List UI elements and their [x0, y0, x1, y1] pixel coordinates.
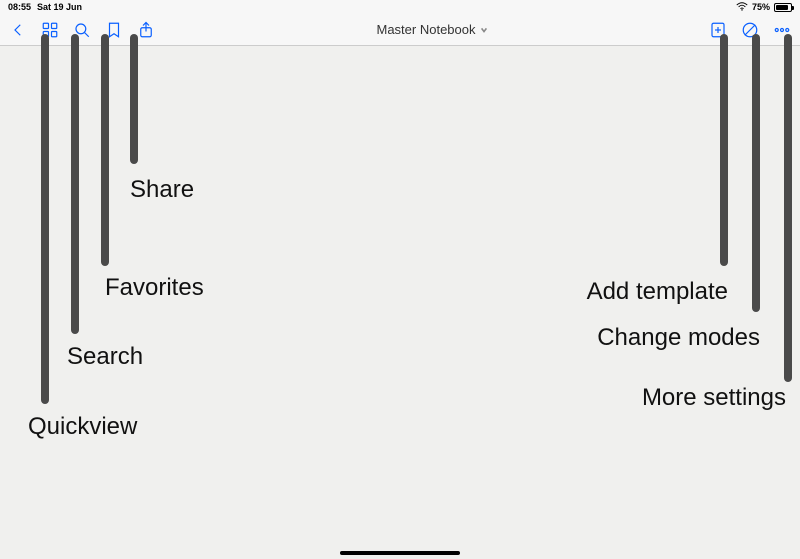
status-bar: 08:55 Sat 19 Jun 75% [0, 0, 800, 14]
home-indicator[interactable] [340, 551, 460, 555]
battery-percent: 75% [752, 2, 770, 12]
back-button[interactable] [8, 20, 28, 40]
callout-line-quickview [41, 34, 49, 404]
battery-icon [774, 3, 792, 12]
chevron-down-icon [480, 22, 488, 37]
callout-label-search: Search [67, 343, 143, 371]
callout-label-share: Share [130, 176, 194, 204]
notebook-title: Master Notebook [377, 22, 476, 37]
toolbar-title-group[interactable]: Master Notebook [156, 22, 708, 37]
status-date: Sat 19 Jun [37, 2, 82, 12]
callout-label-change-modes: Change modes [597, 324, 760, 352]
callout-label-quickview: Quickview [28, 413, 137, 441]
page-canvas[interactable]: Share Favorites Search Quickview Add tem… [0, 46, 800, 559]
status-right: 75% [736, 2, 792, 13]
status-left: 08:55 Sat 19 Jun [8, 2, 82, 12]
wifi-icon [736, 2, 748, 13]
app-toolbar: Master Notebook [0, 14, 800, 46]
callout-line-favorites [101, 34, 109, 266]
callout-label-favorites: Favorites [105, 274, 204, 302]
callout-line-share [130, 34, 138, 164]
callout-label-more-settings: More settings [642, 384, 786, 412]
callout-line-change-modes [752, 34, 760, 312]
status-time: 08:55 [8, 2, 31, 12]
share-button[interactable] [136, 20, 156, 40]
callout-line-search [71, 34, 79, 334]
callout-line-add-template [720, 34, 728, 266]
callout-label-add-template: Add template [587, 278, 728, 306]
callout-line-more-settings [784, 34, 792, 382]
